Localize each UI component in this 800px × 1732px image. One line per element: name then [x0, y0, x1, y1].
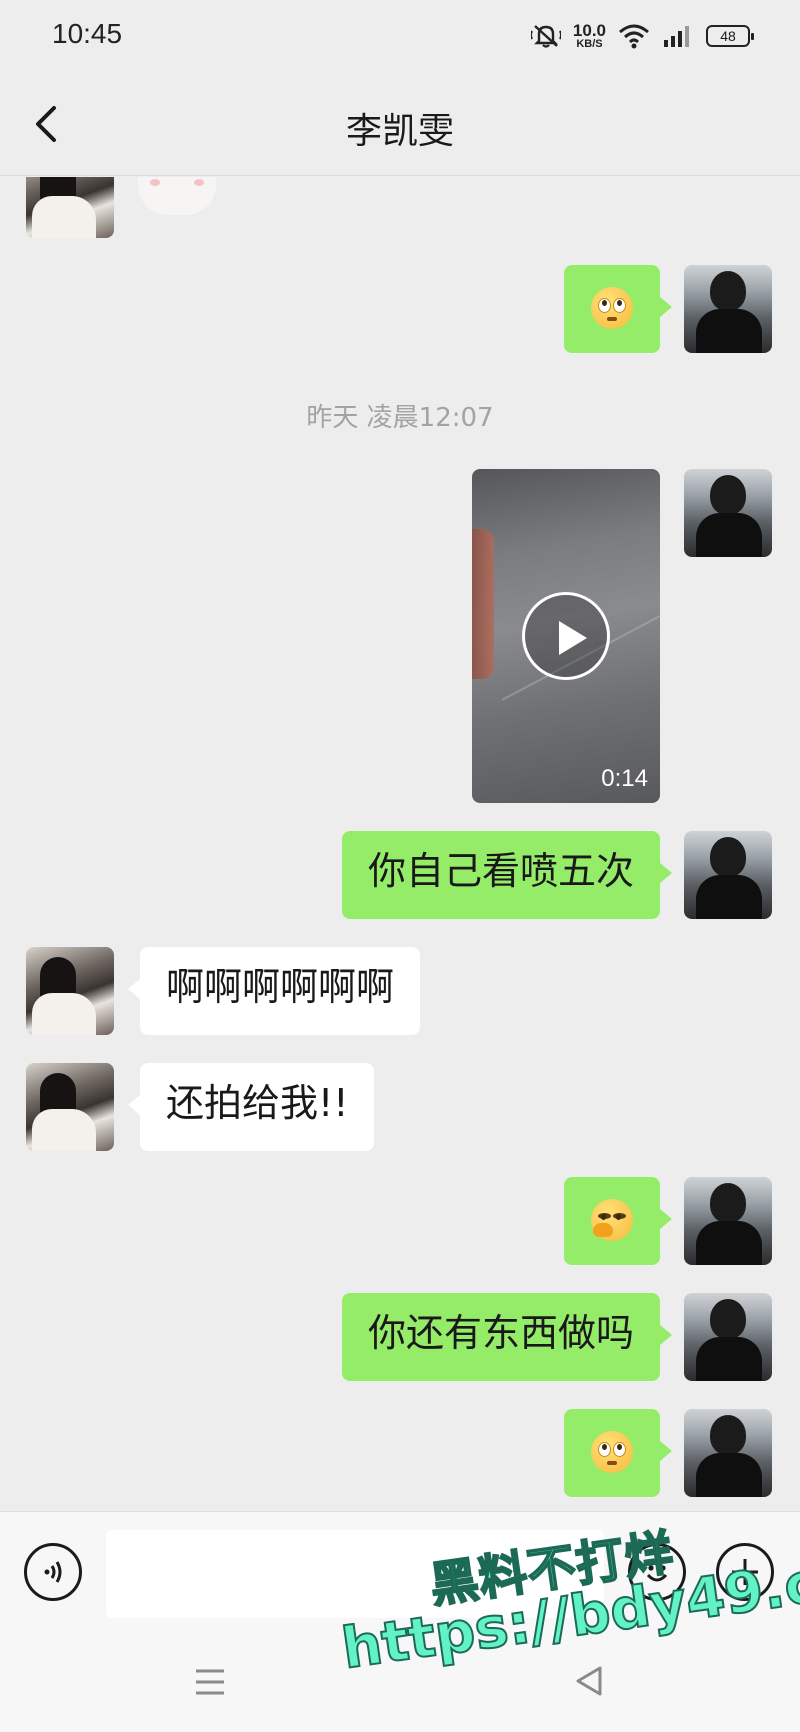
- network-speed-value: 10.0: [572, 21, 606, 40]
- page-title: 李凯雯: [345, 111, 454, 152]
- my-avatar[interactable]: [684, 469, 772, 557]
- play-icon[interactable]: [522, 592, 610, 680]
- contact-avatar[interactable]: [26, 1063, 114, 1151]
- network-speed: 10.0 KB/S: [573, 22, 606, 50]
- status-bar: 10:45 10.0 KB/S 48: [0, 0, 800, 72]
- message-timestamp: 昨天 凌晨12:07: [306, 403, 494, 433]
- add-button[interactable]: [716, 1543, 774, 1601]
- text-message[interactable]: 你还有东西做吗: [341, 1293, 673, 1381]
- emoji-icon: [646, 1565, 668, 1582]
- chat-header: 李凯雯: [0, 72, 800, 176]
- flushed-face-icon: [591, 1431, 633, 1473]
- my-avatar[interactable]: [684, 1409, 772, 1497]
- chat-area[interactable]: 昨天 凌晨12:07 0:14 你自己看喷五次 啊啊啊啊啊啊 还拍给我!! 你还…: [0, 177, 800, 1511]
- hand-over-mouth-face-icon: [591, 1199, 633, 1241]
- contact-avatar[interactable]: [26, 947, 114, 1035]
- text-message[interactable]: 啊啊啊啊啊啊: [127, 947, 421, 1035]
- signal-icon: [664, 26, 689, 47]
- wifi-icon: [619, 24, 649, 49]
- menu-icon[interactable]: [194, 1667, 226, 1697]
- message-text: 你还有东西做吗: [367, 1311, 634, 1355]
- contact-avatar[interactable]: [26, 177, 114, 238]
- mute-icon: [530, 25, 561, 48]
- message-text: 你自己看喷五次: [367, 849, 634, 893]
- message-input[interactable]: [106, 1530, 604, 1618]
- text-message[interactable]: 你自己看喷五次: [341, 831, 673, 919]
- text-message[interactable]: 还拍给我!!: [127, 1063, 375, 1151]
- my-avatar[interactable]: [684, 1177, 772, 1265]
- emoji-button[interactable]: [628, 1543, 686, 1601]
- my-avatar[interactable]: [684, 265, 772, 353]
- network-speed-unit: KB/S: [576, 38, 603, 50]
- message-text: 还拍给我!!: [166, 1081, 349, 1125]
- input-bar: [0, 1511, 800, 1631]
- voice-icon: [44, 1561, 62, 1583]
- my-avatar[interactable]: [684, 1293, 772, 1381]
- emoji-message[interactable]: [564, 1177, 672, 1265]
- emoji-message[interactable]: [564, 1409, 672, 1497]
- status-time: 10:45: [52, 18, 123, 49]
- plus-icon: [732, 1559, 758, 1585]
- message-text: 啊啊啊啊啊啊: [166, 965, 395, 1009]
- battery-icon: 48: [706, 25, 754, 47]
- emoji-message[interactable]: [564, 265, 672, 353]
- status-icons: 10.0 KB/S 48: [530, 20, 754, 52]
- video-message[interactable]: 0:14: [472, 469, 660, 803]
- video-duration: 0:14: [601, 765, 648, 792]
- back-triangle-icon[interactable]: [574, 1665, 604, 1697]
- voice-button[interactable]: [24, 1543, 82, 1601]
- system-navigation-bar: [0, 1631, 800, 1732]
- sticker-image[interactable]: [138, 177, 216, 215]
- flushed-face-icon: [591, 287, 633, 329]
- my-avatar[interactable]: [684, 831, 772, 919]
